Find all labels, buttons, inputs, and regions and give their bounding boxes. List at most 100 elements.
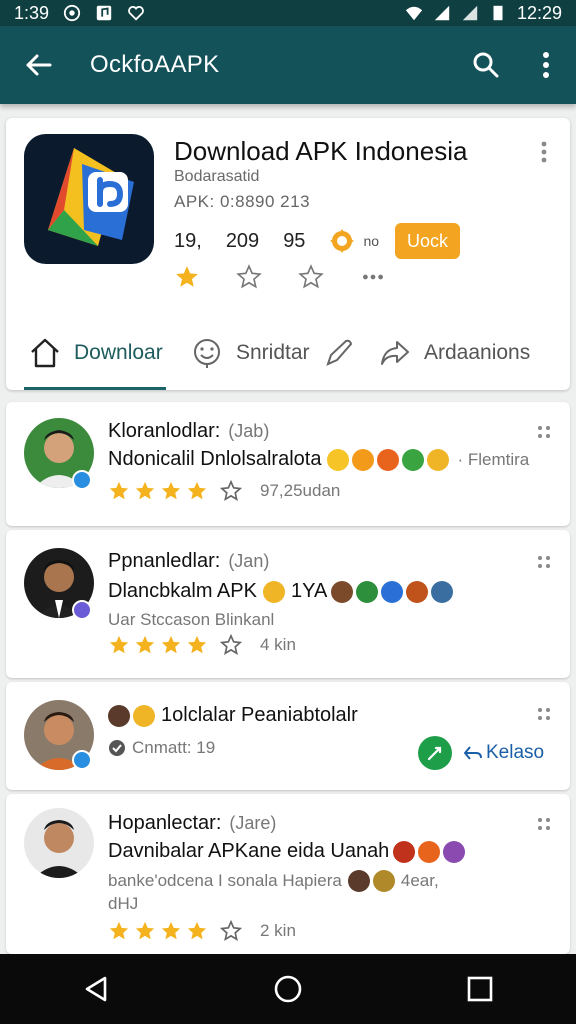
review-rating: 4 kin (108, 634, 296, 656)
review-text: Ndonicalil Dnlolsalralota · Flemtira (108, 448, 530, 471)
review-meta: banke'odcena I sonala Hapiera 4ear, (108, 870, 439, 892)
star-filled-icon (109, 921, 129, 940)
star-filled-icon (109, 481, 129, 500)
emoji-icon (372, 870, 395, 892)
emoji-icon (418, 840, 441, 863)
pencil-icon (427, 746, 442, 761)
review-count: 4 kin (260, 635, 296, 654)
app-logo (24, 134, 154, 264)
star-filled-icon (135, 635, 155, 654)
star-outline-icon[interactable] (236, 264, 262, 290)
reply-link[interactable]: Kelaso (462, 742, 544, 764)
star-outline-icon (220, 634, 242, 655)
signal-2-icon (462, 5, 478, 21)
nav-home-button[interactable] (248, 954, 328, 1024)
tab-label: Downloar (74, 341, 163, 364)
share-icon (381, 341, 409, 365)
list-item[interactable]: 1olclalar Peaniabtolalr Cnmatt: 19 Kelas… (6, 682, 570, 790)
more-vert-icon (543, 52, 549, 78)
emoji-icon (352, 448, 375, 471)
heart-icon (128, 6, 144, 21)
unlock-button[interactable]: Uock (395, 223, 461, 259)
circle-home-icon (274, 975, 302, 1003)
list-item[interactable]: Hopanlectar: (Jare) Davnibalar APKane eid… (6, 794, 570, 954)
overflow-menu-button[interactable] (516, 26, 576, 104)
tab-label: Snridtar (236, 341, 310, 364)
drag-handle-icon[interactable] (536, 816, 552, 832)
emoji-icon (443, 840, 466, 863)
nav-back-button[interactable] (56, 954, 136, 1024)
app-stats: 19, 209 95 no Uock (174, 222, 461, 260)
reviewer-name: Hopanlectar: (Jare) (108, 812, 277, 834)
verified-badge (72, 600, 92, 620)
triangle-back-icon (85, 976, 107, 1002)
tab-bar: Downloar Snridtar Ardaanions (6, 316, 570, 390)
emoji-icon (133, 704, 155, 727)
drag-handle-icon[interactable] (536, 424, 552, 440)
review-meta: Cnmatt: 19 (108, 738, 215, 758)
card-more-icon[interactable] (534, 140, 554, 164)
list-item[interactable]: Ppnanledlar: (Jan) Dlancbkalm APK 1YA Uar… (6, 530, 570, 678)
star-filled-icon (187, 635, 207, 654)
whatsapp-icon (63, 4, 81, 22)
star-filled-icon (187, 481, 207, 500)
emoji-icon (402, 448, 425, 471)
review-rating: 97,25udan (108, 480, 340, 502)
emoji-icon (262, 580, 285, 603)
app-apk-info: APK: 0:8890 213 (174, 192, 311, 211)
star-filled-icon[interactable] (174, 264, 200, 290)
wifi-icon (405, 6, 423, 21)
tab-label: Ardaanions (424, 341, 531, 364)
review-rating: 2 kin (108, 920, 296, 942)
reviewer-tag: (Jare) (229, 813, 277, 833)
status-time-left: 1:39 (14, 2, 50, 23)
badge-icon (330, 229, 355, 253)
drag-handle-icon[interactable] (536, 554, 552, 570)
system-nav-bar (0, 954, 576, 1024)
emoji-icon (427, 448, 450, 471)
home-icon (31, 338, 59, 368)
signal-icon (434, 5, 450, 21)
star-outline-icon[interactable] (298, 264, 324, 290)
emoji-icon (347, 870, 370, 892)
star-outline-icon (220, 920, 242, 941)
star-filled-icon (161, 921, 181, 940)
emoji-icon (431, 580, 454, 603)
star-filled-icon (109, 635, 129, 654)
smiley-icon (194, 339, 220, 368)
review-count: 2 kin (260, 921, 296, 940)
tab-share[interactable]: Ardaanions (378, 316, 570, 390)
emoji-icon (381, 580, 404, 603)
review-meta-2: dHJ (108, 894, 139, 913)
tab-download[interactable]: Downloar (6, 316, 190, 390)
review-count: 97,25udan (260, 481, 341, 500)
more-horiz-icon[interactable] (360, 264, 386, 290)
status-time-right: 12:29 (516, 2, 562, 23)
stat-3: 95 (283, 229, 306, 252)
nav-recents-button[interactable] (440, 954, 520, 1024)
app-bar: OckfoAAPK (0, 26, 576, 104)
star-filled-icon (161, 635, 181, 654)
app-name: Download APK Indonesia (174, 136, 468, 166)
verified-badge (72, 750, 92, 770)
search-button[interactable] (456, 26, 516, 104)
back-button[interactable] (0, 26, 76, 104)
reply-button[interactable] (418, 736, 452, 770)
reviewer-name: Kloranlodlar: (Jab) (108, 420, 270, 442)
avatar[interactable] (24, 808, 94, 878)
list-item[interactable]: Kloranlodlar: (Jab) Ndonicalil Dnlolsalra… (6, 402, 570, 526)
stat-2: 209 (225, 229, 260, 252)
star-outline-icon (220, 480, 242, 501)
arrow-left-icon (26, 54, 52, 76)
star-filled-icon (135, 481, 155, 500)
app-header-card: Download APK Indonesia Bodarasatid APK: … (6, 118, 570, 390)
verified-badge (72, 470, 92, 490)
emoji-icon (327, 448, 350, 471)
app-developer: Bodarasatid (174, 168, 260, 185)
review-meta: Uar Stccason Blinkanl (108, 610, 275, 629)
tab-smiley[interactable]: Snridtar (190, 316, 378, 390)
star-filled-icon (187, 921, 207, 940)
emoji-icon (108, 704, 130, 727)
drag-handle-icon[interactable] (536, 706, 552, 722)
pen-icon (325, 339, 352, 366)
